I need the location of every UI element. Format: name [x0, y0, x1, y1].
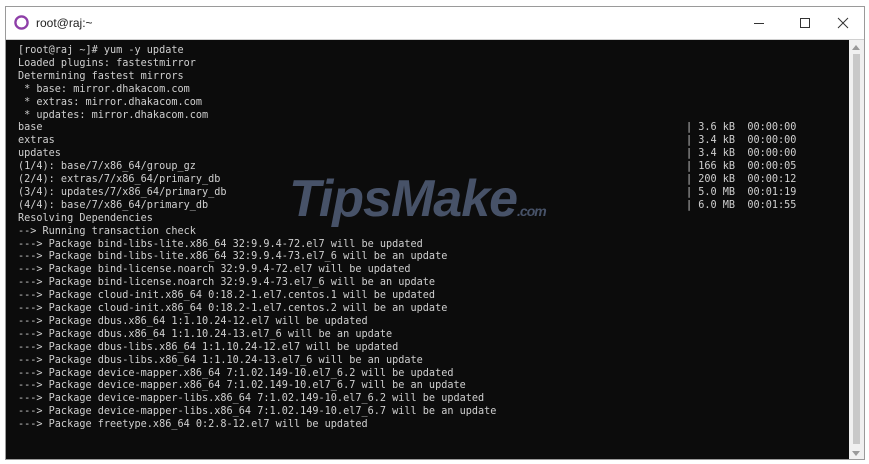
terminal-line: (1/4): base/7/x86_64/group_gz — [18, 161, 196, 173]
terminal-line: ---> Package freetype.x86_64 0:2.8-12.el… — [18, 419, 368, 431]
terminal-line: ---> Package dbus-libs.x86_64 1:1.10.24-… — [18, 341, 399, 353]
close-icon — [837, 17, 849, 29]
maximize-icon — [800, 18, 810, 28]
terminal-line: (3/4): updates/7/x86_64/primary_db — [18, 186, 227, 198]
download-stat: | 5.0 MB 00:01:19 — [686, 186, 797, 198]
terminal-line: ---> Package device-mapper-libs.x86_64 7… — [18, 393, 485, 405]
terminal-line: updates — [18, 148, 61, 160]
scroll-up-arrow-icon[interactable] — [852, 45, 860, 50]
terminal-line: base — [18, 122, 43, 134]
terminal-line: ---> Package bind-license.noarch 32:9.9.… — [18, 264, 411, 276]
terminal-line: ---> Package bind-libs-lite.x86_64 32:9.… — [18, 238, 423, 250]
terminal-line: * extras: mirror.dhakacom.com — [18, 96, 203, 108]
terminal-window: root@raj:~ [root@raj ~]# yum -y update Lo… — [5, 6, 865, 460]
terminal-line: [root@raj ~]# yum -y update — [18, 45, 184, 56]
terminal-line: Resolving Dependencies — [18, 212, 153, 224]
terminal-line: (2/4): extras/7/x86_64/primary_db — [18, 174, 221, 185]
terminal-output[interactable]: [root@raj ~]# yum -y update Loaded plugin… — [6, 40, 849, 459]
terminal-line: Loaded plugins: fastestmirror — [18, 57, 196, 69]
terminal-line: ---> Package device-mapper.x86_64 7:1.02… — [18, 380, 466, 392]
terminal-line: (4/4): base/7/x86_64/primary_db — [18, 199, 209, 211]
terminal-line: ---> Package dbus-libs.x86_64 1:1.10.24-… — [18, 354, 423, 366]
terminal-line: ---> Package device-mapper.x86_64 7:1.02… — [18, 367, 454, 379]
close-button[interactable] — [820, 7, 864, 39]
terminal-line: ---> Package cloud-init.x86_64 0:18.2-1.… — [18, 303, 448, 314]
window-title: root@raj:~ — [36, 16, 93, 30]
terminal-line: ---> Package device-mapper-libs.x86_64 7… — [18, 406, 497, 418]
terminal-line: ---> Package cloud-init.x86_64 0:18.2-1.… — [18, 290, 436, 302]
vertical-scrollbar[interactable] — [849, 40, 864, 459]
scroll-thumb[interactable] — [853, 54, 860, 444]
minimize-button[interactable] — [736, 7, 782, 39]
download-stat: | 3.6 kB 00:00:00 — [686, 122, 797, 134]
download-stat: | 200 kB 00:00:12 — [686, 174, 797, 185]
terminal-line: * updates: mirror.dhakacom.com — [18, 109, 209, 121]
download-stat: | 3.4 kB 00:00:00 — [686, 148, 797, 160]
terminal-line: ---> Package dbus.x86_64 1:1.10.24-13.el… — [18, 328, 393, 340]
terminal-line: extras — [18, 135, 55, 147]
terminal-line: --> Running transaction check — [18, 225, 196, 237]
download-stat: | 166 kB 00:00:05 — [686, 161, 797, 173]
terminal-line: ---> Package dbus.x86_64 1:1.10.24-12.el… — [18, 315, 368, 327]
download-stat: | 6.0 MB 00:01:55 — [686, 199, 797, 211]
terminal-line: * base: mirror.dhakacom.com — [18, 83, 190, 95]
terminal-line: ---> Package bind-libs-lite.x86_64 32:9.… — [18, 251, 448, 263]
terminal-line: ---> Package bind-license.noarch 32:9.9.… — [18, 277, 436, 289]
scroll-down-arrow-icon[interactable] — [852, 451, 860, 456]
download-stat: | 3.4 kB 00:00:00 — [686, 135, 797, 147]
app-icon — [14, 15, 29, 30]
title-bar[interactable]: root@raj:~ — [6, 7, 864, 40]
terminal-line: Determining fastest mirrors — [18, 70, 184, 82]
minimize-icon — [754, 23, 764, 24]
